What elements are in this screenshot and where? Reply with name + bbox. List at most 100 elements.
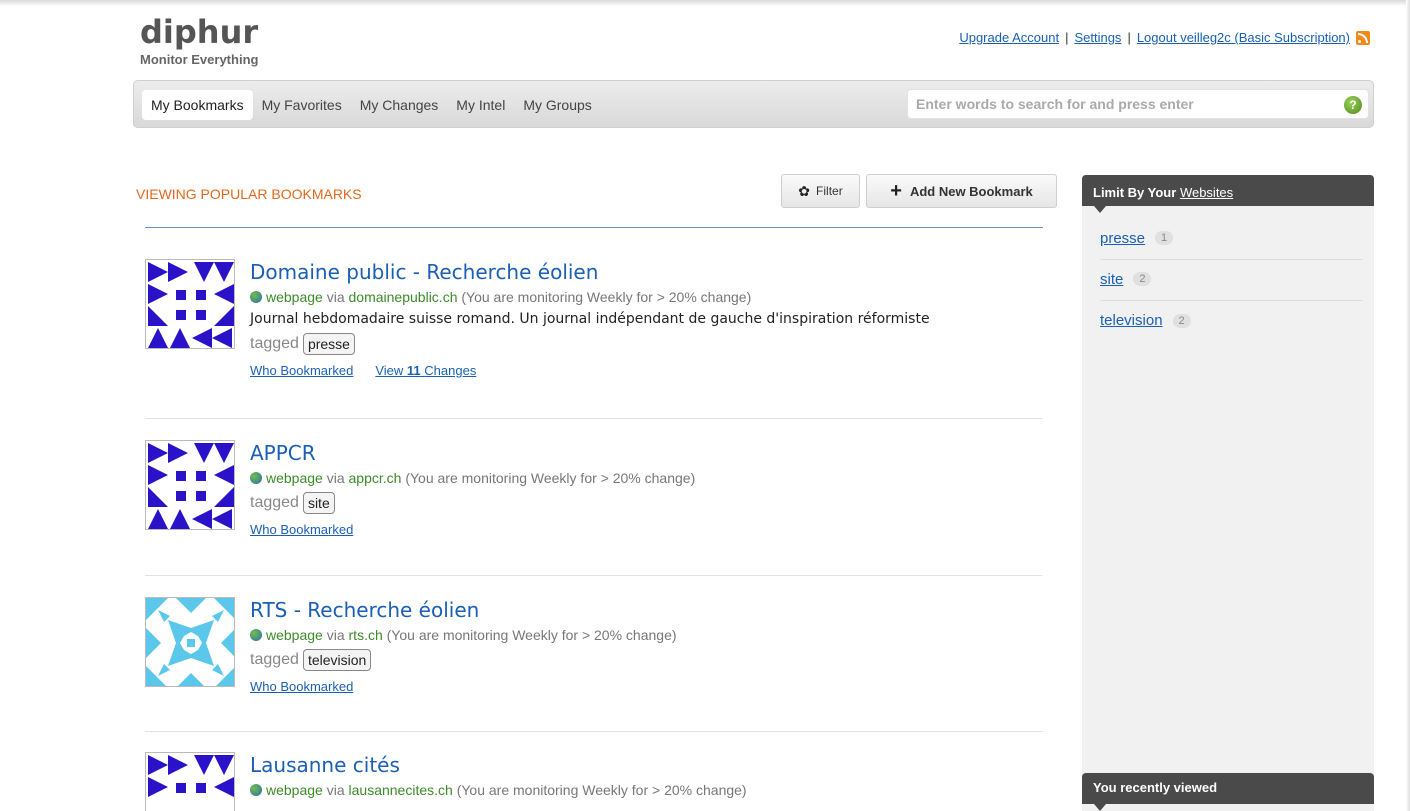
help-icon[interactable]: ? [1344, 96, 1362, 114]
upgrade-account-link[interactable]: Upgrade Account [959, 30, 1059, 45]
limit-by-label: Limit By Your [1093, 185, 1177, 200]
filter-button[interactable]: ✿ Filter [781, 174, 860, 208]
row-divider [145, 418, 1043, 419]
bookmark-tags: tagged television [250, 649, 677, 671]
search-input[interactable] [908, 90, 1328, 118]
tagline: Monitor Everything [140, 52, 259, 67]
via-label: via [326, 470, 345, 486]
bookmark-title[interactable]: RTS - Recherche éolien [250, 597, 677, 623]
globe-icon [250, 629, 262, 641]
view-changes-suffix: Changes [424, 363, 477, 378]
bookmark-tags: tagged site [250, 492, 695, 514]
identicon-thumbnail[interactable] [145, 752, 235, 811]
bookmark-content: APPCR webpage via appcr.ch (You are moni… [250, 440, 695, 537]
sidebar: Limit By Your Websites presse 1 site 2 t… [1082, 175, 1374, 811]
tagged-label: tagged [250, 494, 299, 511]
limit-by-heading: Limit By Your Websites [1082, 175, 1374, 213]
bookmark-site[interactable]: rts.ch [349, 627, 383, 643]
logo[interactable]: diphur Monitor Everything [140, 16, 258, 67]
bookmark-meta: webpage via rts.ch (You are monitoring W… [250, 627, 677, 643]
nav-tabs: My Bookmarks My Favorites My Changes My … [142, 90, 601, 120]
bookmark-links: Who Bookmarked [250, 522, 695, 537]
via-label: via [326, 627, 345, 643]
bookmark-tags: tagged presse [250, 333, 930, 355]
bookmark-title[interactable]: Domaine public - Recherche éolien [250, 259, 930, 285]
bookmark-content: Lausanne cités webpage via lausannecites… [250, 752, 747, 798]
tab-my-bookmarks[interactable]: My Bookmarks [142, 90, 253, 120]
tag-filter-list: presse 1 site 2 television 2 [1100, 219, 1362, 342]
tag-filter-link-site[interactable]: site [1100, 271, 1123, 288]
separator: | [1127, 30, 1131, 45]
bookmark-content: Domaine public - Recherche éolien webpag… [250, 259, 930, 378]
bookmark-title[interactable]: Lausanne cités [250, 752, 747, 778]
identicon-thumbnail[interactable] [145, 440, 235, 530]
tag-filter-item: site 2 [1100, 260, 1362, 301]
tab-my-favorites[interactable]: My Favorites [253, 90, 351, 120]
websites-link[interactable]: Websites [1180, 185, 1233, 200]
who-bookmarked-link[interactable]: Who Bookmarked [250, 363, 353, 378]
bookmark-type: webpage [266, 289, 323, 305]
bookmark-item: APPCR webpage via appcr.ch (You are moni… [145, 440, 1043, 560]
nav-bar: My Bookmarks My Favorites My Changes My … [133, 80, 1374, 128]
separator: | [1065, 30, 1069, 45]
bookmark-title[interactable]: APPCR [250, 440, 695, 466]
globe-icon [250, 291, 262, 303]
gear-icon: ✿ [798, 183, 811, 199]
monitoring-status: (You are monitoring Weekly for > 20% cha… [405, 470, 696, 486]
top-shadow [0, 0, 1410, 6]
identicon-cyan-icon [146, 598, 234, 686]
add-bookmark-button[interactable]: + Add New Bookmark [866, 174, 1057, 208]
bookmark-site[interactable]: appcr.ch [349, 470, 402, 486]
tab-my-changes[interactable]: My Changes [351, 90, 448, 120]
row-divider [145, 731, 1043, 732]
tab-my-intel[interactable]: My Intel [447, 90, 514, 120]
changes-count: 11 [406, 363, 421, 378]
via-label: via [326, 289, 345, 305]
bookmark-description: Journal hebdomadaire suisse romand. Un j… [250, 311, 930, 327]
bookmark-type: webpage [266, 782, 323, 798]
row-divider [145, 575, 1043, 576]
bookmark-meta: webpage via appcr.ch (You are monitoring… [250, 470, 695, 486]
logo-text: diphur [140, 13, 259, 51]
identicon-blue-icon [146, 753, 234, 811]
identicon-thumbnail[interactable] [145, 597, 235, 687]
bookmark-content: RTS - Recherche éolien webpage via rts.c… [250, 597, 677, 694]
tag-filter-link-television[interactable]: television [1100, 312, 1163, 329]
logout-link[interactable]: Logout veilleg2c (Basic Subscription) [1137, 30, 1350, 45]
bookmark-meta: webpage via lausannecites.ch (You are mo… [250, 782, 747, 798]
tab-my-groups[interactable]: My Groups [514, 90, 600, 120]
settings-link[interactable]: Settings [1074, 30, 1121, 45]
right-shadow [1406, 0, 1410, 811]
plus-icon: + [890, 180, 902, 202]
monitoring-status: (You are monitoring Weekly for > 20% cha… [461, 289, 752, 305]
bookmark-links: Who Bookmarked [250, 679, 677, 694]
bookmark-item: Domaine public - Recherche éolien webpag… [145, 259, 1043, 409]
tag-chip[interactable]: television [302, 649, 372, 671]
monitoring-status: (You are monitoring Weekly for > 20% cha… [386, 627, 677, 643]
count-badge: 1 [1155, 231, 1174, 245]
monitoring-status: (You are monitoring Weekly for > 20% cha… [456, 782, 747, 798]
bookmark-links: Who Bookmarked View 11 Changes [250, 363, 930, 378]
tag-chip[interactable]: site [302, 492, 335, 514]
identicon-thumbnail[interactable] [145, 259, 235, 349]
bookmark-type: webpage [266, 470, 323, 486]
page-title: VIEWING POPULAR BOOKMARKS [136, 186, 362, 202]
via-label: via [326, 782, 345, 798]
bookmark-site[interactable]: lausannecites.ch [349, 782, 453, 798]
tagged-label: tagged [250, 335, 299, 352]
globe-icon [250, 472, 262, 484]
count-badge: 2 [1172, 313, 1191, 328]
tag-chip[interactable]: presse [302, 333, 355, 355]
identicon-blue-icon [146, 260, 234, 348]
bookmark-meta: webpage via domainepublic.ch (You are mo… [250, 289, 930, 305]
tag-filter-link-presse[interactable]: presse [1100, 230, 1145, 247]
bookmark-item: Lausanne cités webpage via lausannecites… [145, 752, 1043, 811]
filter-label: Filter [816, 184, 843, 198]
who-bookmarked-link[interactable]: Who Bookmarked [250, 679, 353, 694]
view-changes-link[interactable]: View 11 Changes [375, 363, 476, 378]
bookmark-site[interactable]: domainepublic.ch [349, 289, 458, 305]
rss-icon[interactable] [1356, 30, 1370, 45]
tag-filter-item: television 2 [1100, 301, 1362, 342]
add-bookmark-label: Add New Bookmark [909, 183, 1033, 199]
who-bookmarked-link[interactable]: Who Bookmarked [250, 522, 353, 537]
